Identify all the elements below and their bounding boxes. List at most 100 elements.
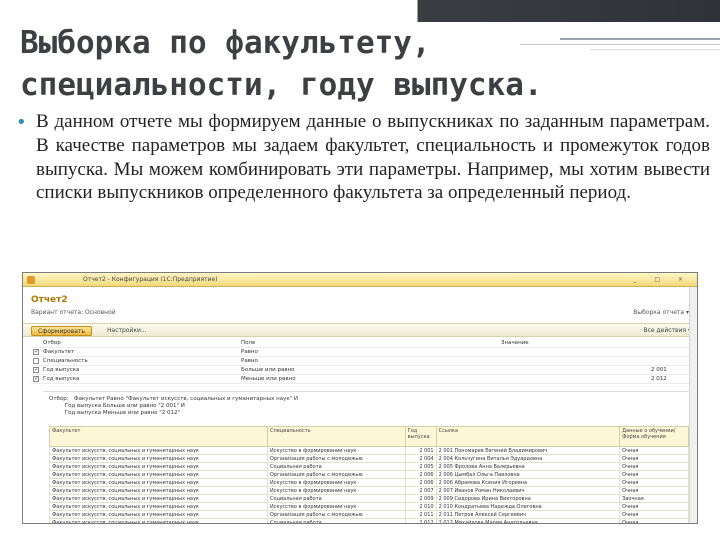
table-cell: Организация работы с молодежью [266, 454, 406, 463]
report-output: Отбор: Факультет Равно "Факультет искусс… [43, 391, 689, 523]
filter-parameters: Отбор Поле Значение ФакультетРавноСпециа… [31, 339, 691, 384]
slide-title-line1: Выборка по факультету, [20, 25, 431, 61]
table-cell: Искусство в формировании наук [266, 446, 406, 455]
table-row[interactable]: Факультет искусств, социальных и гуманит… [49, 494, 689, 503]
vertical-scrollbar[interactable] [689, 287, 697, 523]
filter-checkbox[interactable] [33, 366, 39, 373]
table-cell: Очная [619, 502, 689, 511]
table-cell: Очная [619, 478, 689, 487]
table-cell: 2 009 [404, 494, 437, 503]
filter-name: Год выпуска [43, 367, 80, 373]
table-cell: Очная [619, 510, 689, 519]
table-cell: 2 004 Кольчугина Виталья Эдуардовна [435, 454, 621, 463]
table-cell: Очная [619, 462, 689, 471]
table-cell: Искусство в формировании наук [266, 478, 406, 487]
filter-checkbox[interactable] [33, 348, 39, 355]
filter-row[interactable]: Специальность Равно [31, 357, 691, 366]
filter-cond: Меньше или равно [241, 376, 296, 382]
table-column-header[interactable]: Год выпуска [404, 426, 437, 447]
table-cell: Очная [619, 486, 689, 495]
settings-button[interactable]: Настройки... [107, 327, 147, 334]
filter-name: Специальность [43, 358, 88, 364]
table-cell: Факультет искусств, социальных и гуманит… [49, 470, 268, 479]
table-row[interactable]: Факультет искусств, социальных и гуманит… [49, 478, 689, 487]
table-row[interactable]: Факультет искусств, социальных и гуманит… [49, 518, 689, 523]
filter-col-header: Значение [501, 340, 529, 346]
table-cell: Факультет искусств, социальных и гуманит… [49, 454, 268, 463]
table-cell: Очная [619, 518, 689, 523]
table-cell: 2 009 Сидорова Ирина Викторовна [435, 494, 621, 503]
table-cell: 2 011 [404, 510, 437, 519]
bullet-block: • В данном отчете мы формируем данные о … [10, 110, 710, 205]
table-cell: Очная [619, 454, 689, 463]
report-toolbar: Сформировать Настройки... Все действия ▾ [23, 323, 697, 337]
table-row[interactable]: Факультет искусств, социальных и гуманит… [49, 486, 689, 495]
table-column-header[interactable]: Данные о обучении/Форма обучения [619, 426, 689, 447]
table-cell: Социальная работа [266, 518, 406, 523]
table-cell: 2 007 [404, 486, 437, 495]
filter-col-header: Поле [241, 340, 256, 346]
table-cell: Факультет искусств, социальных и гуманит… [49, 518, 268, 523]
table-column-header[interactable]: Ссылка [435, 426, 621, 447]
table-cell: 2 005 Фролова Анна Валерьевна [435, 462, 621, 471]
table-cell: 2 010 [404, 502, 437, 511]
filter-checkbox[interactable] [33, 375, 39, 382]
selection-line: Отбор: Факультет Равно "Факультет искусс… [49, 396, 299, 402]
all-actions-button[interactable]: Все действия ▾ [643, 327, 691, 334]
filter-cond: Равно [241, 358, 258, 364]
table-cell: Факультет искусств, социальных и гуманит… [49, 502, 268, 511]
table-cell: 2 006 Цымбал Ольга Павловна [435, 470, 621, 479]
filter-cond: Больше или равно [241, 367, 295, 373]
table-row[interactable]: Факультет искусств, социальных и гуманит… [49, 446, 689, 455]
table-cell: Факультет искусств, социальных и гуманит… [49, 510, 268, 519]
filter-row[interactable]: Год выпуска Больше или равно 2 001 [31, 366, 691, 375]
table-cell: 2 011 Петров Алексей Сергеевич [435, 510, 621, 519]
generate-report-button[interactable]: Сформировать [31, 326, 92, 336]
table-cell: 2 005 [404, 462, 437, 471]
bullet-text: В данном отчете мы формируем данные о вы… [36, 111, 710, 204]
table-cell: 2 006 [404, 478, 437, 487]
table-row[interactable]: Факультет искусств, социальных и гуманит… [49, 510, 689, 519]
table-cell: Очная [619, 446, 689, 455]
top-decoration-bar [0, 0, 720, 22]
table-cell: Организация работы с молодежью [266, 510, 406, 519]
selection-summary: Отбор: Факультет Равно "Факультет искусс… [49, 396, 298, 417]
table-cell: Факультет искусств, социальных и гуманит… [49, 494, 268, 503]
report-screenshot: Отчет2 - Конфигурация (1С:Предприятие) _… [22, 272, 698, 524]
filter-header-row: Отбор Поле Значение [31, 339, 691, 348]
results-table: Факультет Специальность Год выпуска Ссылка Д… [49, 426, 689, 523]
table-cell: Заочная [619, 494, 689, 503]
app-icon [27, 276, 35, 284]
table-cell: 2 006 [404, 470, 437, 479]
table-column-header[interactable]: Специальность [266, 426, 406, 447]
table-cell: 2 012 [404, 518, 437, 523]
table-cell: Искусство в формировании наук [266, 502, 406, 511]
table-column-header[interactable]: Факультет [49, 426, 268, 447]
table-cell: Искусство в формировании наук [266, 486, 406, 495]
filter-checkbox[interactable] [33, 358, 39, 364]
filter-row[interactable]: Год выпуска Меньше или равно 2 012 [31, 375, 691, 384]
window-controls[interactable]: _ □ × [633, 276, 691, 283]
table-cell: 2 012 Михайлова Мария Анатольевна [435, 518, 621, 523]
report-title: Отчет2 [31, 295, 68, 305]
table-cell: Социальная работа [266, 462, 406, 471]
table-cell: 2 004 [404, 454, 437, 463]
slide-title: Выборка по факультету, специальности, го… [20, 22, 620, 106]
slide-title-line2: специальности, году выпуска. [20, 67, 543, 103]
table-row[interactable]: Факультет искусств, социальных и гуманит… [49, 470, 689, 479]
table-row[interactable]: Факультет искусств, социальных и гуманит… [49, 462, 689, 471]
table-row[interactable]: Факультет искусств, социальных и гуманит… [49, 454, 689, 463]
table-cell: Социальная работа [266, 494, 406, 503]
table-cell: Факультет искусств, социальных и гуманит… [49, 446, 268, 455]
report-variant-select-button[interactable]: Выборка отчета ▾ [633, 309, 689, 316]
table-cell: 2 007 Иванов Роман Николаевич [435, 486, 621, 495]
table-cell: Организация работы с молодежью [266, 470, 406, 479]
filter-cond: Равно [241, 349, 258, 355]
filter-value: 2 001 [651, 367, 667, 373]
table-row[interactable]: Факультет искусств, социальных и гуманит… [49, 502, 689, 511]
filter-name: Год выпуска [43, 376, 80, 382]
filter-row[interactable]: Факультет Равно [31, 348, 691, 357]
report-variant[interactable]: Вариант отчета: Основной [31, 309, 116, 316]
top-decoration [0, 0, 720, 22]
table-header-row: Факультет Специальность Год выпуска Ссылка Д… [49, 426, 689, 447]
